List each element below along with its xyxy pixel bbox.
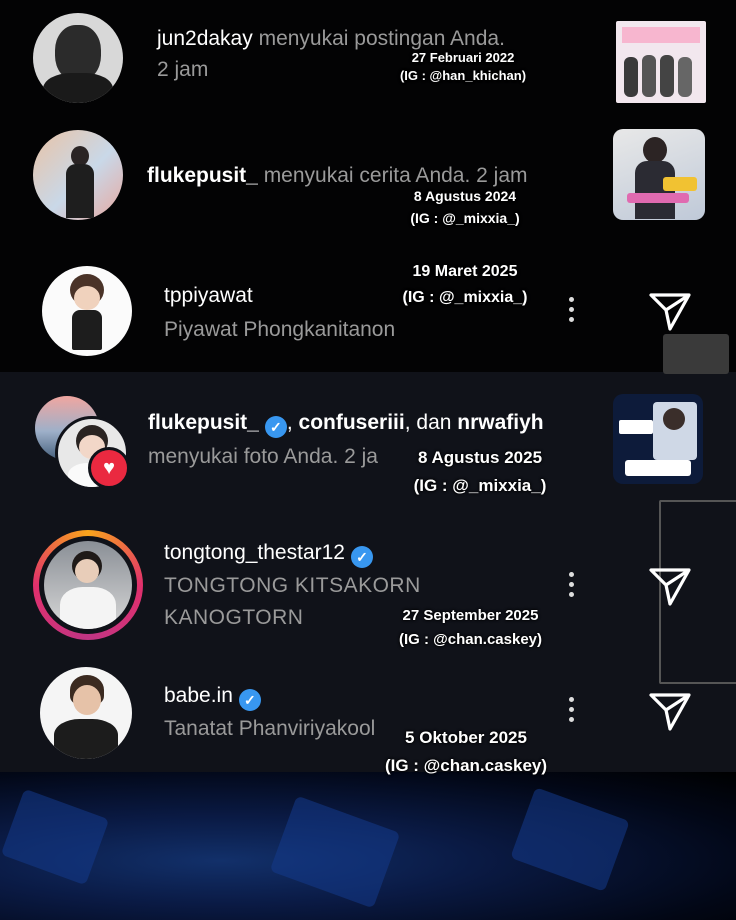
stamp-handle: (IG : @han_khichan) xyxy=(399,68,527,83)
notification-text-row3[interactable]: fluke­pusit_ ✓, confuseriii, dan nrwafiyh xyxy=(148,411,544,438)
avatar-flukepusit[interactable] xyxy=(33,130,123,220)
username[interactable]: fluke­pusit_ xyxy=(148,411,259,434)
stamp-handle: (IG : @_mixxia_) xyxy=(402,289,528,306)
suggested-user-row[interactable]: babe.in ✓ xyxy=(164,684,261,711)
verified-badge-icon: ✓ xyxy=(238,689,261,711)
notification-time: 2 jam xyxy=(470,164,528,187)
watermark-stamp: 27 Februari 2022 (IG : @han_khichan) xyxy=(388,49,538,85)
heart-badge-icon: ♥ xyxy=(88,447,130,489)
post-thumbnail[interactable] xyxy=(616,21,706,103)
watermark-stamp: 8 Agustus 2024 (IG : @_mixxia_) xyxy=(390,185,540,229)
more-options-icon[interactable] xyxy=(567,572,575,602)
suggested-username[interactable]: tongtong_thestar12 xyxy=(164,541,345,564)
suggested-fullname: TONGTONG KITSAKORN xyxy=(164,574,421,597)
suggested-fullname-line2: KANOGTORN xyxy=(164,606,304,629)
username[interactable]: jun2dakay xyxy=(157,27,253,50)
stamp-date: 5 Oktober 2025 xyxy=(405,728,527,747)
stamp-handle: (IG : @chan.caskey) xyxy=(398,631,542,648)
more-options-icon[interactable] xyxy=(567,297,575,327)
notification-time: 2 jam xyxy=(157,58,209,81)
suggested-username[interactable]: babe.in xyxy=(164,684,233,707)
watermark-stamp: 5 Oktober 2025 (IG : @chan.caskey) xyxy=(366,724,566,780)
send-icon[interactable] xyxy=(648,288,692,332)
suggested-user-row[interactable]: tongtong_thestar12 ✓ xyxy=(164,541,373,568)
photo-thumbnail[interactable] xyxy=(613,394,703,484)
send-icon[interactable] xyxy=(648,563,692,607)
notification-action: menyukai cerita Anda. xyxy=(257,164,471,187)
stamp-date: 27 September 2025 xyxy=(402,607,539,624)
story-thumbnail[interactable] xyxy=(613,129,705,220)
send-icon[interactable] xyxy=(648,688,692,732)
username-2[interactable]: confuseriii xyxy=(299,411,405,434)
stamp-handle: (IG : @chan.caskey) xyxy=(384,756,548,775)
notification-action: menyukai postingan Anda. xyxy=(252,27,505,50)
watermark-stamp: 8 Agustus 2025 (IG : @_mixxia_) xyxy=(390,444,570,500)
suggested-fullname: Tanatat Phanviriyakool xyxy=(164,717,376,740)
stamp-date: 8 Agustus 2025 xyxy=(417,448,543,467)
stamp-date: 8 Agustus 2024 xyxy=(413,188,517,204)
separator: , xyxy=(286,411,299,434)
suggested-username[interactable]: tppiyawat xyxy=(164,284,253,308)
partial-button-edge xyxy=(663,334,729,374)
avatar-tongtong[interactable] xyxy=(39,536,137,634)
avatar-jun2dakay[interactable] xyxy=(33,13,123,103)
suggested-fullname: Piyawat Phongkanitanon xyxy=(164,318,396,341)
notification-text-row1[interactable]: jun2dakay menyukai postingan Anda. xyxy=(157,27,505,51)
stamp-handle: (IG : @_mixxia_) xyxy=(410,210,520,226)
verified-badge-icon: ✓ xyxy=(350,546,373,568)
conjunction: , dan xyxy=(404,411,458,434)
avatar-babe-in[interactable] xyxy=(40,667,132,759)
username-3[interactable]: nrwafiyh xyxy=(457,411,543,434)
watermark-stamp: 27 September 2025 (IG : @chan.caskey) xyxy=(378,604,563,652)
username[interactable]: flukepusit_ xyxy=(147,164,258,187)
bottom-decorative-background xyxy=(0,772,736,920)
avatar-tppiyawat[interactable] xyxy=(42,266,132,356)
watermark-stamp: 19 Maret 2025 (IG : @_mixxia_) xyxy=(390,259,540,311)
stamp-handle: (IG : @_mixxia_) xyxy=(413,476,547,495)
notification-action: menyukai foto Anda. 2 ja xyxy=(148,445,378,468)
more-options-icon[interactable] xyxy=(567,697,575,727)
stamp-date: 19 Maret 2025 xyxy=(412,263,518,280)
stamp-date: 27 Februari 2022 xyxy=(411,50,515,65)
verified-badge-icon: ✓ xyxy=(264,416,287,438)
